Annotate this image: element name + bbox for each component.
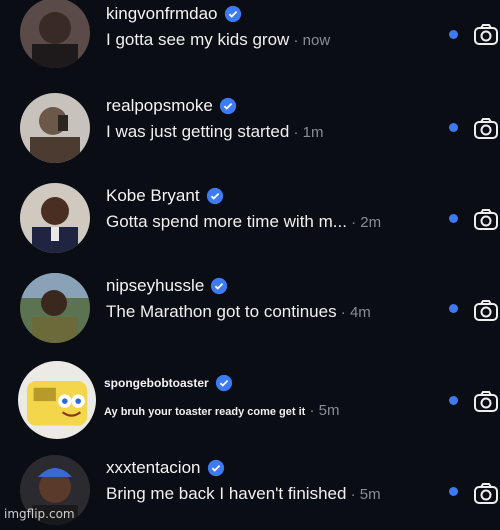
unread-dot-icon <box>449 30 458 39</box>
unread-dot-icon <box>449 304 458 313</box>
direct-messages-list: kingvonfrmdao I gotta see my kids grow ·… <box>0 0 500 525</box>
verified-badge-icon <box>219 97 236 115</box>
username: realpopsmoke <box>106 96 436 116</box>
message-preview: Gotta spend more time with m... · 2m <box>106 212 382 231</box>
timestamp: 1m <box>302 124 324 141</box>
camera-icon[interactable] <box>473 298 499 322</box>
message-preview: Ay bruh your toaster ready come get it ·… <box>104 402 340 419</box>
message-preview: The Marathon got to continues · 4m <box>106 302 371 321</box>
avatar[interactable] <box>20 273 90 343</box>
username: nipseyhussle <box>106 276 436 296</box>
verified-badge-icon <box>224 5 241 23</box>
message-preview: I gotta see my kids grow · now <box>106 30 331 49</box>
timestamp: 2m <box>360 214 382 231</box>
verified-badge-icon <box>206 187 223 205</box>
camera-icon[interactable] <box>473 116 499 140</box>
verified-badge-icon <box>207 459 224 477</box>
username: spongebobtoaster <box>104 374 434 392</box>
timestamp: 5m <box>359 486 381 503</box>
avatar[interactable] <box>20 0 90 68</box>
message-row[interactable]: realpopsmoke I was just getting started … <box>0 88 500 168</box>
unread-dot-icon <box>449 487 458 496</box>
verified-badge-icon <box>211 277 228 295</box>
timestamp: now <box>302 32 331 49</box>
message-row[interactable]: Kobe Bryant Gotta spend more time with m… <box>0 178 500 258</box>
username: Kobe Bryant <box>106 186 436 206</box>
timestamp: 5m <box>318 402 340 419</box>
watermark: imgflip.com <box>4 507 75 521</box>
unread-dot-icon <box>449 123 458 132</box>
avatar[interactable] <box>18 361 96 439</box>
camera-icon[interactable] <box>473 207 499 231</box>
message-row[interactable]: spongebobtoaster Ay bruh your toaster re… <box>0 358 500 439</box>
username: xxxtentacion <box>106 458 436 478</box>
unread-dot-icon <box>449 396 458 405</box>
avatar[interactable] <box>20 93 90 163</box>
camera-icon[interactable] <box>473 389 499 413</box>
message-preview: I was just getting started · 1m <box>106 122 324 141</box>
unread-dot-icon <box>449 214 458 223</box>
avatar[interactable] <box>20 183 90 253</box>
username: kingvonfrmdao <box>106 4 436 24</box>
verified-badge-icon <box>215 374 232 392</box>
message-row[interactable]: nipseyhussle The Marathon got to continu… <box>0 268 500 348</box>
camera-icon[interactable] <box>473 481 499 505</box>
timestamp: 4m <box>349 304 371 321</box>
message-preview: Bring me back I haven't finished · 5m <box>106 484 381 503</box>
message-row[interactable]: xxxtentacion Bring me back I haven't fin… <box>0 450 500 530</box>
camera-icon[interactable] <box>473 22 499 46</box>
message-row[interactable]: kingvonfrmdao I gotta see my kids grow ·… <box>0 0 500 76</box>
